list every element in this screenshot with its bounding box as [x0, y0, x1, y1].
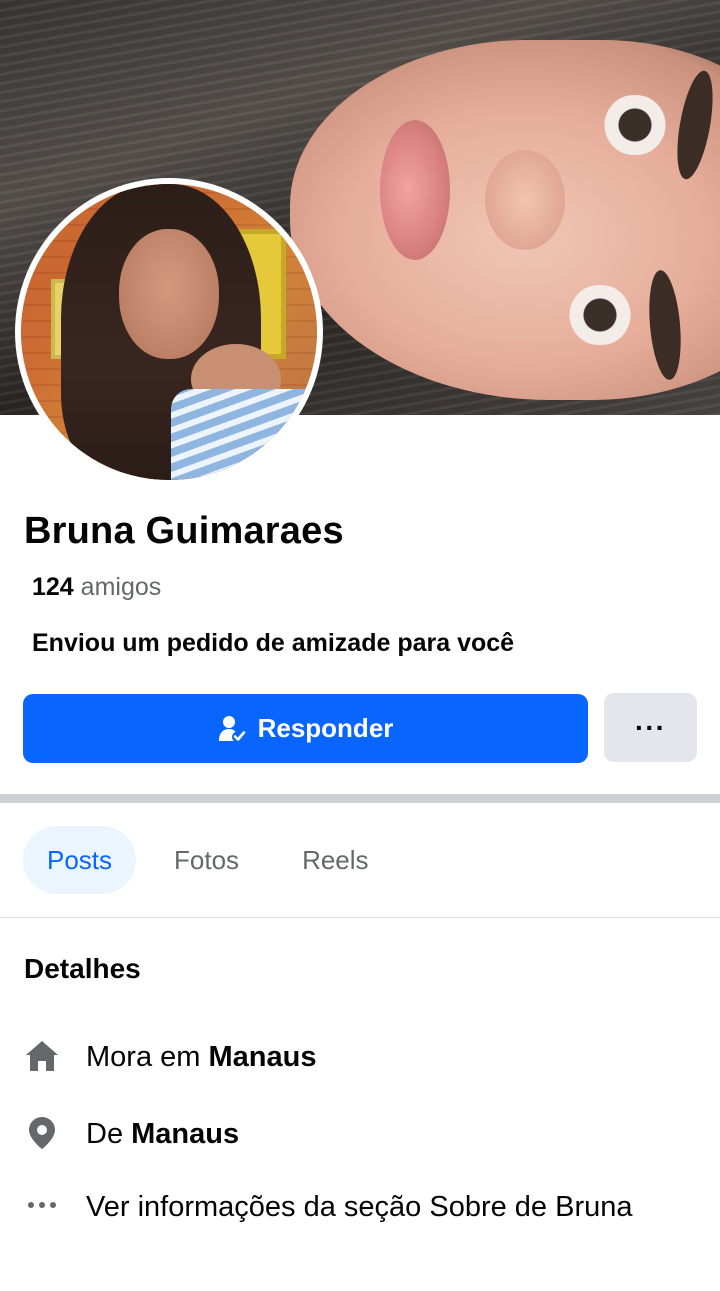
details-title: Detalhes: [24, 953, 141, 984]
profile-tabs: Posts Fotos Reels: [23, 826, 369, 894]
home-icon: [24, 1038, 60, 1074]
from-city[interactable]: Manaus: [131, 1118, 239, 1150]
location-pin-icon: [24, 1115, 60, 1151]
from-text: De Manaus: [86, 1115, 239, 1153]
tabs-divider: [0, 917, 720, 918]
cover-eye-bottom: [565, 285, 635, 345]
avatar-dress: [171, 389, 317, 480]
friend-request-status: Enviou um pedido de amizade para você: [32, 629, 515, 657]
detail-lives-in: Mora em Manaus: [24, 1038, 316, 1076]
tab-reels[interactable]: Reels: [302, 826, 368, 894]
lives-in-text: Mora em Manaus: [86, 1038, 316, 1076]
detail-from: De Manaus: [24, 1115, 239, 1153]
lives-city[interactable]: Manaus: [208, 1041, 316, 1073]
more-options-button[interactable]: ···: [604, 693, 697, 762]
avatar-face: [119, 229, 219, 359]
friends-label: amigos: [80, 573, 162, 601]
profile-name: Bruna Guimaraes: [24, 510, 344, 552]
detail-about-link[interactable]: Ver informações da seção Sobre de Bruna: [24, 1188, 684, 1226]
tab-fotos[interactable]: Fotos: [174, 826, 239, 894]
cover-nose: [485, 150, 565, 250]
tab-posts[interactable]: Posts: [23, 826, 137, 894]
dots-icon: [24, 1190, 60, 1226]
profile-page: Bruna Guimaraes 124 amigos Enviou um ped…: [0, 0, 720, 1291]
from-prefix: De: [86, 1118, 132, 1150]
about-link-text[interactable]: Ver informações da seção Sobre de Bruna: [86, 1188, 633, 1226]
lives-prefix: Mora em: [86, 1041, 209, 1073]
profile-avatar[interactable]: [15, 178, 323, 486]
cover-eye-top: [600, 95, 670, 155]
cover-lips: [380, 120, 450, 260]
friends-number: 124: [32, 573, 74, 601]
avatar-photo: [21, 184, 317, 480]
respond-button-label: Responder: [257, 713, 394, 743]
friends-count[interactable]: 124 amigos: [32, 573, 161, 602]
person-check-icon: [218, 715, 246, 743]
section-divider: [0, 794, 720, 803]
more-dots-icon: ···: [635, 711, 666, 743]
respond-button[interactable]: Responder: [23, 694, 588, 763]
